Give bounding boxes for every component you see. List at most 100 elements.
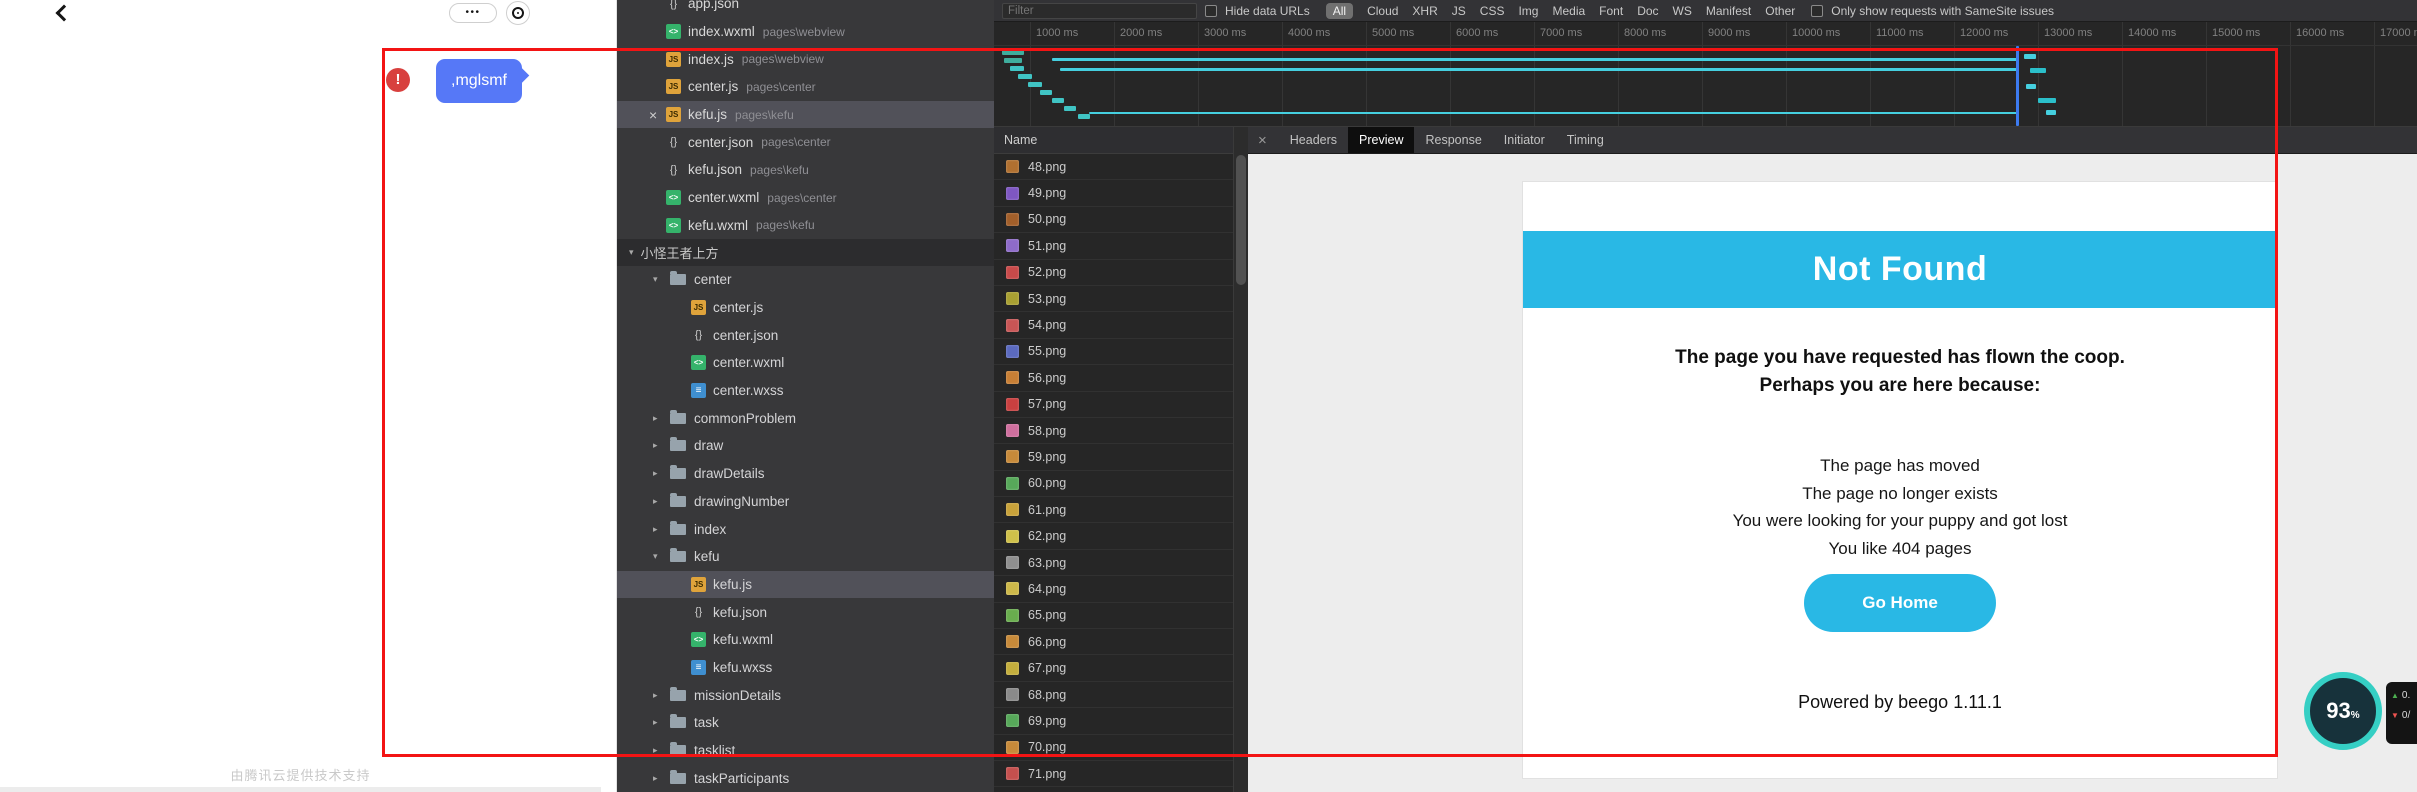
tab-timing[interactable]: Timing (1556, 127, 1615, 153)
tree-file-item[interactable]: JS center.js (617, 294, 994, 322)
tree-label: tasklist (694, 743, 736, 759)
request-row[interactable]: 64.png (994, 576, 1233, 603)
tree-folder-item[interactable]: ▸ draw (617, 432, 994, 460)
open-file-item[interactable]: JS index.js pages\webview (617, 45, 994, 73)
not-found-page: Not Found The page you have requested ha… (1523, 182, 2277, 778)
request-row[interactable]: 52.png (994, 260, 1233, 286)
request-row[interactable]: 49.png (994, 180, 1233, 207)
go-home-button[interactable]: Go Home (1804, 574, 1996, 632)
request-list-scrollbar[interactable] (1234, 127, 1248, 792)
json-file-icon: {} (694, 329, 703, 342)
tree-file-item[interactable]: ≡ center.wxss (617, 377, 994, 405)
open-file-item[interactable]: <> center.wxml pages\center (617, 184, 994, 212)
tree-file-item[interactable]: {} center.json (617, 321, 994, 349)
request-row[interactable]: 68.png (994, 682, 1233, 709)
capsule-home-button[interactable] (506, 1, 530, 25)
tree-folder-item[interactable]: ▸ task (617, 709, 994, 737)
request-row[interactable]: 48.png (994, 154, 1233, 181)
tree-file-item[interactable]: <> kefu.wxml (617, 626, 994, 654)
filter-chip-other[interactable]: Other (1765, 4, 1795, 18)
request-row[interactable]: 66.png (994, 629, 1233, 656)
open-file-item[interactable]: {} kefu.json pages\kefu (617, 156, 994, 184)
scrollbar-thumb[interactable] (1236, 155, 1246, 285)
grid-line (2038, 46, 2039, 126)
tree-folder-item[interactable]: ▸ missionDetails (617, 681, 994, 709)
tab-preview[interactable]: Preview (1348, 127, 1415, 153)
performance-gauge[interactable]: 93 % (2304, 672, 2382, 750)
tree-folder-item[interactable]: ▾ kefu (617, 543, 994, 571)
filter-chip-media[interactable]: Media (1552, 4, 1585, 18)
image-file-icon (1006, 503, 1019, 517)
tree-folder-item[interactable]: ▸ taskParticipants (617, 764, 994, 792)
filter-chip-ws[interactable]: WS (1673, 4, 1692, 18)
tree-file-item[interactable]: <> center.wxml (617, 349, 994, 377)
tree-folder-item[interactable]: ▸ drawingNumber (617, 488, 994, 516)
tree-label: center.js (713, 300, 764, 316)
name-column-header[interactable]: Name (994, 127, 1233, 154)
request-row[interactable]: 53.png (994, 286, 1233, 313)
open-file-item[interactable]: × JS kefu.js pages\kefu (617, 100, 994, 129)
request-row[interactable]: 58.png (994, 418, 1233, 445)
tree-folder-item[interactable]: ▸ drawDetails (617, 460, 994, 488)
filter-chip-js[interactable]: JS (1452, 4, 1466, 18)
filter-chip-all[interactable]: All (1325, 2, 1354, 19)
close-detail-icon[interactable]: × (1258, 132, 1267, 149)
back-arrow-icon[interactable] (55, 4, 73, 22)
open-file-item[interactable]: <> index.wxml pages\webview (617, 18, 994, 46)
request-row[interactable]: 72.png (994, 787, 1233, 792)
open-file-item[interactable]: {} center.json pages\center (617, 128, 994, 156)
filter-chip-css[interactable]: CSS (1480, 4, 1505, 18)
request-row[interactable]: 50.png (994, 207, 1233, 234)
tree-file-item[interactable]: {} kefu.json (617, 598, 994, 626)
request-row[interactable]: 70.png (994, 735, 1233, 761)
filter-chip-img[interactable]: Img (1518, 4, 1538, 18)
tree-label: drawDetails (694, 466, 765, 482)
request-row[interactable]: 57.png (994, 392, 1233, 418)
open-file-item[interactable]: {} app.json (617, 0, 994, 18)
wxss-file-icon: ≡ (691, 383, 706, 399)
capsule-more-button[interactable]: ••• (449, 3, 497, 23)
close-file-icon[interactable]: × (649, 107, 666, 123)
request-row[interactable]: 56.png (994, 365, 1233, 392)
request-row[interactable]: 51.png (994, 233, 1233, 260)
request-row[interactable]: 60.png (994, 471, 1233, 498)
request-row[interactable]: 69.png (994, 708, 1233, 735)
filter-chip-xhr[interactable]: XHR (1412, 4, 1437, 18)
request-row[interactable]: 62.png (994, 523, 1233, 550)
request-row[interactable]: 55.png (994, 339, 1233, 366)
request-row[interactable]: 67.png (994, 655, 1233, 682)
filter-chip-cloud[interactable]: Cloud (1367, 4, 1398, 18)
open-file-item[interactable]: JS center.js pages\center (617, 73, 994, 101)
request-row[interactable]: 61.png (994, 497, 1233, 524)
timeline-ruler[interactable]: 1000 ms 2000 ms 3000 ms 4000 ms 5000 ms 6000 … (994, 22, 2417, 46)
tab-response[interactable]: Response (1414, 127, 1492, 153)
project-section-header[interactable]: ▾ 小怪王者上方 (617, 239, 994, 266)
error-badge[interactable]: ! (386, 68, 410, 92)
image-file-icon (1006, 608, 1019, 622)
filter-chip-doc[interactable]: Doc (1637, 4, 1658, 18)
open-file-item[interactable]: <> kefu.wxml pages\kefu (617, 212, 994, 240)
filter-input[interactable] (1002, 2, 1197, 19)
tree-file-item[interactable]: ≡ kefu.wxss (617, 654, 994, 682)
request-name: 69.png (1028, 713, 1067, 728)
tree-folder-item[interactable]: ▸ index (617, 515, 994, 543)
waterfall-overview[interactable] (994, 46, 2417, 127)
tree-folder-item[interactable]: ▾ center (617, 266, 994, 294)
filter-chip-manifest[interactable]: Manifest (1706, 4, 1751, 18)
grid-line (1534, 22, 1535, 45)
js-file-icon: JS (666, 51, 681, 67)
request-row[interactable]: 63.png (994, 550, 1233, 577)
tab-headers[interactable]: Headers (1279, 127, 1348, 153)
request-row[interactable]: 71.png (994, 761, 1233, 788)
hide-data-urls-checkbox[interactable] (1205, 4, 1217, 17)
tree-file-item[interactable]: JS kefu.js (617, 570, 994, 599)
grid-line (2122, 22, 2123, 45)
tree-folder-item[interactable]: ▸ tasklist (617, 737, 994, 765)
filter-chip-font[interactable]: Font (1599, 4, 1623, 18)
request-row[interactable]: 65.png (994, 603, 1233, 630)
tree-folder-item[interactable]: ▸ commonProblem (617, 404, 994, 432)
request-row[interactable]: 54.png (994, 312, 1233, 339)
request-row[interactable]: 59.png (994, 444, 1233, 471)
tab-initiator[interactable]: Initiator (1493, 127, 1556, 153)
samesite-checkbox[interactable] (1811, 4, 1824, 17)
